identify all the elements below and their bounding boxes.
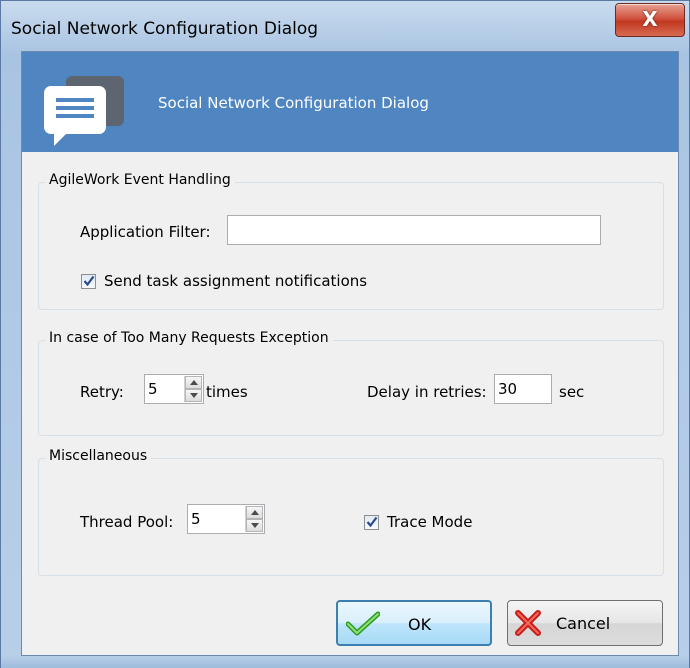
retry-value: 5 xyxy=(148,380,158,398)
delay-label: Delay in retries: xyxy=(367,383,487,401)
trace-mode-label[interactable]: Trace Mode xyxy=(387,513,472,531)
thread-pool-label: Thread Pool: xyxy=(80,513,174,531)
miscellaneous-group: Miscellaneous Thread Pool: 5 Trace Mode xyxy=(38,448,664,576)
retry-unit-label: times xyxy=(206,383,248,401)
dialog-client-area: Social Network Configuration Dialog Agil… xyxy=(21,51,679,656)
delay-input[interactable]: 30 xyxy=(494,374,552,404)
too-many-requests-legend: In case of Too Many Requests Exception xyxy=(45,330,333,346)
send-notifications-label[interactable]: Send task assignment notifications xyxy=(104,272,367,290)
retry-spinner[interactable]: 5 xyxy=(144,374,204,404)
title-bar[interactable]: Social Network Configuration Dialog X xyxy=(1,1,689,51)
header-banner: Social Network Configuration Dialog xyxy=(22,52,678,152)
ok-button[interactable]: OK xyxy=(336,600,492,646)
miscellaneous-legend: Miscellaneous xyxy=(45,448,152,464)
application-filter-input[interactable] xyxy=(227,215,601,245)
red-x-icon xyxy=(515,610,541,636)
cancel-button-label: Cancel xyxy=(556,614,611,633)
event-handling-group: AgileWork Event Handling Application Fil… xyxy=(38,172,664,310)
thread-pool-spinner[interactable]: 5 xyxy=(187,504,265,534)
checkmark-icon xyxy=(366,516,378,528)
green-checkmark-icon xyxy=(346,611,380,636)
window-bottom-border xyxy=(1,656,689,668)
thread-pool-up-arrow-icon[interactable] xyxy=(246,506,263,519)
close-icon: X xyxy=(642,7,658,31)
ok-button-label: OK xyxy=(408,615,432,634)
delay-unit-label: sec xyxy=(559,383,585,401)
event-handling-legend: AgileWork Event Handling xyxy=(45,172,235,188)
cancel-button[interactable]: Cancel xyxy=(507,600,663,646)
application-filter-label: Application Filter: xyxy=(80,223,211,241)
banner-title: Social Network Configuration Dialog xyxy=(158,94,429,112)
retry-label: Retry: xyxy=(80,383,124,401)
send-notifications-checkbox[interactable] xyxy=(81,274,96,289)
thread-pool-value: 5 xyxy=(191,510,201,528)
thread-pool-spinner-arrows xyxy=(245,506,263,532)
chat-bubble-icon xyxy=(44,76,124,146)
window-title: Social Network Configuration Dialog xyxy=(11,19,319,39)
too-many-requests-group: In case of Too Many Requests Exception R… xyxy=(38,330,664,436)
dialog-window: Social Network Configuration Dialog X So… xyxy=(0,0,690,668)
thread-pool-down-arrow-icon[interactable] xyxy=(246,519,263,532)
retry-down-arrow-icon[interactable] xyxy=(185,389,202,402)
checkmark-icon xyxy=(83,275,95,287)
close-button[interactable]: X xyxy=(615,3,685,37)
retry-spinner-arrows xyxy=(184,376,202,402)
retry-up-arrow-icon[interactable] xyxy=(185,376,202,389)
trace-mode-checkbox[interactable] xyxy=(364,515,379,530)
